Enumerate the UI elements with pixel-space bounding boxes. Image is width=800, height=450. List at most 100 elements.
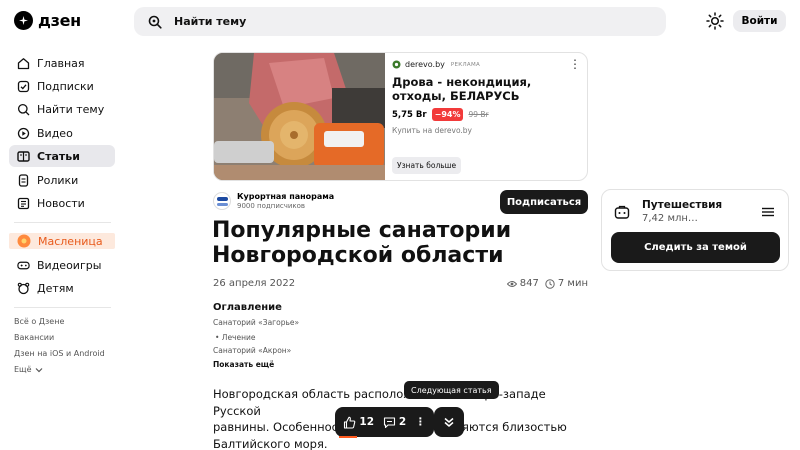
- sidebar-item-label: Статьи: [37, 149, 80, 163]
- sidebar-item-subscriptions[interactable]: Подписки: [9, 75, 115, 97]
- sidebar-item-articles[interactable]: Статьи: [9, 145, 115, 167]
- article-action-bar: 12 2 ⋮: [335, 407, 434, 437]
- article-date: 26 апреля 2022: [213, 278, 296, 289]
- logo-text: дзен: [38, 11, 81, 30]
- channel-subscribers: 9000 подписчиков: [237, 202, 306, 210]
- more-options-icon[interactable]: ⋮: [415, 416, 426, 428]
- home-icon: [17, 57, 30, 69]
- views-value: 847: [519, 278, 539, 289]
- sidebar-item-label: Видео: [37, 126, 73, 140]
- likes-count: 12: [359, 416, 375, 428]
- ad-source-name: derevo.by: [405, 60, 445, 69]
- sun-icon[interactable]: [706, 12, 724, 30]
- ad-learn-more-button[interactable]: Узнать больше: [392, 157, 462, 174]
- video-icon: [17, 127, 30, 139]
- sidebar-item-label: Главная: [37, 56, 85, 70]
- sidebar-item-maslenitsa[interactable]: Масленица: [9, 233, 115, 249]
- widget-topic-title[interactable]: Путешествия: [642, 199, 722, 211]
- maslenitsa-icon: [17, 234, 31, 248]
- sidebar-item-videogames[interactable]: Видеоигры: [9, 254, 115, 276]
- next-article-button[interactable]: [434, 407, 464, 437]
- footer-more-label: Ещё: [14, 365, 32, 374]
- sidebar-divider: [14, 307, 111, 308]
- sidebar-item-kids[interactable]: Детям: [9, 277, 115, 299]
- ad-price: 5,75 Br: [392, 109, 427, 120]
- search-input[interactable]: Найти тему: [134, 7, 666, 36]
- gamepad-icon: [17, 261, 30, 269]
- subscriptions-icon: [17, 80, 30, 92]
- toc-item[interactable]: Санаторий «Загорье»: [213, 318, 299, 327]
- follow-topic-button[interactable]: Следить за темой: [611, 232, 780, 263]
- footer-link-about[interactable]: Всё о Дзене: [14, 317, 64, 326]
- topic-widget: Путешествия 7,42 млн… Следить за темой: [601, 189, 789, 271]
- chevron-down-icon: [35, 367, 42, 372]
- news-icon: [17, 197, 30, 209]
- article-stats: 847 7 мин: [506, 278, 588, 289]
- sidebar-item-label: Детям: [37, 281, 74, 295]
- sidebar-divider: [14, 222, 111, 223]
- footer-link-jobs[interactable]: Вакансии: [14, 333, 54, 342]
- sidebar-item-home[interactable]: Главная: [9, 52, 115, 74]
- subscribe-button[interactable]: Подписаться: [500, 190, 588, 214]
- toc-item[interactable]: Санаторий «Акрон»: [213, 346, 291, 355]
- search-topic-icon: [17, 103, 30, 115]
- footer-link-apps[interactable]: Дзен на iOS и Android: [14, 349, 105, 358]
- comments-button[interactable]: 2: [383, 416, 406, 429]
- hamburger-menu-icon[interactable]: [762, 207, 774, 217]
- next-article-tooltip: Следующая статья: [404, 381, 499, 399]
- sidebar-item-label: Подписки: [37, 79, 94, 93]
- sidebar-item-label: Найти тему: [37, 102, 105, 116]
- thumbs-up-icon: [344, 416, 356, 429]
- advertiser-logo-icon: [392, 60, 401, 69]
- views-count: 847: [506, 278, 539, 289]
- sidebar-item-label: Видеоигры: [37, 258, 102, 272]
- footer-link-more[interactable]: Ещё: [14, 365, 43, 374]
- toc-title: Оглавление: [213, 302, 282, 313]
- comment-icon: [383, 416, 395, 428]
- shorts-icon: [18, 173, 29, 187]
- toc-item[interactable]: • Лечение: [215, 333, 256, 342]
- ad-tag: РЕКЛАМА: [450, 61, 481, 68]
- dzen-logo-icon: [14, 11, 33, 30]
- double-chevron-down-icon: [444, 417, 454, 427]
- channel-avatar[interactable]: [213, 192, 231, 210]
- comments-count: 2: [398, 416, 407, 428]
- ad-body: derevo.by РЕКЛАМА ⋮ Дрова - некондиция, …: [392, 53, 587, 180]
- login-button[interactable]: Войти: [733, 10, 786, 32]
- sidebar-item-label: Масленица: [38, 234, 103, 248]
- ad-discount-badge: −94%: [431, 108, 464, 121]
- clock-icon: [545, 278, 555, 289]
- toc-show-more[interactable]: Показать ещё: [213, 360, 274, 369]
- sidebar-item-video[interactable]: Видео: [9, 122, 115, 144]
- ad-buy-link[interactable]: Купить на derevo.by: [392, 126, 472, 135]
- ad-title: Дрова - некондиция, отходы, БЕЛАРУСЬ: [392, 75, 532, 103]
- paragraph-line: Балтийского моря.: [213, 436, 328, 450]
- channel-name[interactable]: Курортная панорама: [237, 192, 334, 201]
- ad-prices: 5,75 Br −94% 99 Br: [392, 108, 489, 121]
- article-title: Популярные санатории Новгородской област…: [212, 218, 512, 268]
- chainsaw-log-image: [214, 53, 385, 180]
- channel-info[interactable]: Курортная панорама 9000 подписчиков: [213, 192, 334, 210]
- search-placeholder: Найти тему: [174, 15, 247, 28]
- read-time-value: 7 мин: [557, 278, 588, 289]
- widget-topic-subscribers: 7,42 млн…: [642, 213, 698, 224]
- ad-card[interactable]: derevo.by РЕКЛАМА ⋮ Дрова - некондиция, …: [213, 52, 588, 181]
- sidebar-item-label: Новости: [37, 196, 85, 210]
- articles-icon: [17, 150, 30, 162]
- sidebar-item-find-topic[interactable]: Найти тему: [9, 98, 115, 120]
- dzen-logo[interactable]: дзен: [14, 11, 81, 30]
- sidebar-item-label: Ролики: [37, 173, 79, 187]
- eye-icon: [506, 280, 517, 287]
- ad-old-price: 99 Br: [468, 110, 489, 119]
- suitcase-icon: [614, 205, 630, 219]
- ad-image: [214, 53, 385, 180]
- sidebar-item-shorts[interactable]: Ролики: [9, 169, 115, 191]
- ad-source: derevo.by РЕКЛАМА: [392, 60, 480, 69]
- search-icon: [148, 15, 162, 29]
- like-button[interactable]: 12: [343, 416, 374, 429]
- read-time: 7 мин: [545, 278, 588, 289]
- kids-icon: [17, 282, 30, 294]
- reading-progress-bar: [339, 436, 357, 438]
- sidebar-item-news[interactable]: Новости: [9, 192, 115, 214]
- ad-menu-icon[interactable]: ⋮: [569, 57, 581, 71]
